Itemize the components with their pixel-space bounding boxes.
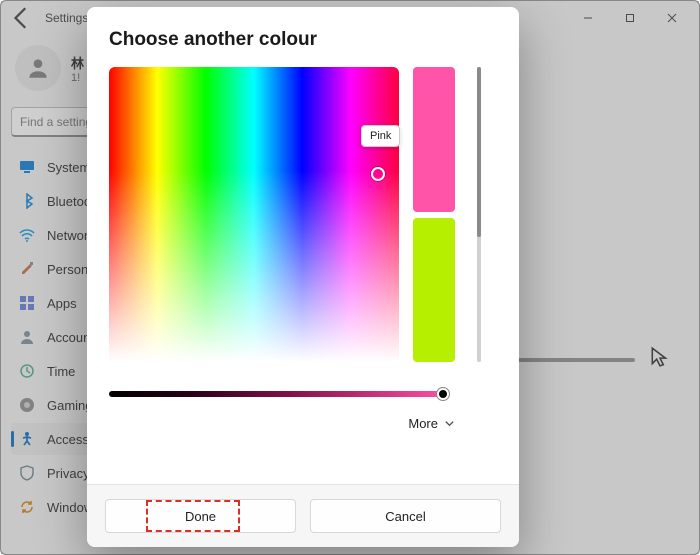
update-icon — [19, 499, 35, 515]
dialog-footer: Done Cancel — [87, 484, 519, 547]
more-label: More — [408, 416, 438, 431]
spectrum-cursor[interactable] — [371, 167, 385, 181]
profile-sub: 1! — [71, 72, 84, 84]
preview-new-color — [413, 67, 455, 212]
bluetooth-icon — [19, 193, 35, 209]
monitor-icon — [19, 159, 35, 175]
maximize-button[interactable] — [609, 4, 651, 32]
account-icon — [19, 329, 35, 345]
profile-text: 林 1! — [71, 53, 84, 84]
value-slider[interactable] — [109, 386, 445, 402]
sidebar-item-label: Privacy — [47, 466, 90, 481]
done-button[interactable]: Done — [105, 499, 296, 533]
color-tooltip: Pink — [361, 125, 400, 147]
wifi-icon — [19, 227, 35, 243]
avatar — [15, 45, 61, 91]
gaming-icon — [19, 397, 35, 413]
clock-icon — [19, 363, 35, 379]
more-expander[interactable]: More — [109, 412, 455, 439]
close-button[interactable] — [651, 4, 693, 32]
preview-current-color — [413, 218, 455, 363]
sidebar-item-label: Gaming — [47, 398, 93, 413]
value-track — [109, 391, 445, 397]
accessibility-icon — [19, 431, 35, 447]
window-title: Settings — [45, 11, 88, 25]
dialog-title: Choose another colour — [109, 29, 503, 51]
cancel-button[interactable]: Cancel — [310, 499, 501, 533]
person-icon — [25, 55, 51, 81]
color-preview-column — [413, 67, 455, 362]
apps-icon — [19, 295, 35, 311]
value-thumb[interactable] — [437, 388, 449, 400]
back-button[interactable] — [9, 5, 35, 31]
color-picker-dialog: Choose another colour Pink More Done Can… — [87, 7, 519, 547]
dialog-scrollbar[interactable] — [477, 67, 481, 362]
sidebar-item-label: Apps — [47, 296, 77, 311]
arrow-left-icon — [9, 5, 35, 31]
profile-name: 林 — [71, 53, 84, 72]
minimize-button[interactable] — [567, 4, 609, 32]
cursor-large-icon — [649, 346, 671, 373]
chevron-down-icon — [444, 418, 455, 429]
shield-icon — [19, 465, 35, 481]
sidebar-item-label: System — [47, 160, 90, 175]
sidebar-item-label: Time — [47, 364, 75, 379]
color-spectrum[interactable]: Pink — [109, 67, 399, 362]
paintbrush-icon — [19, 261, 35, 277]
scrollbar-thumb[interactable] — [477, 67, 481, 237]
window-controls — [567, 4, 693, 32]
